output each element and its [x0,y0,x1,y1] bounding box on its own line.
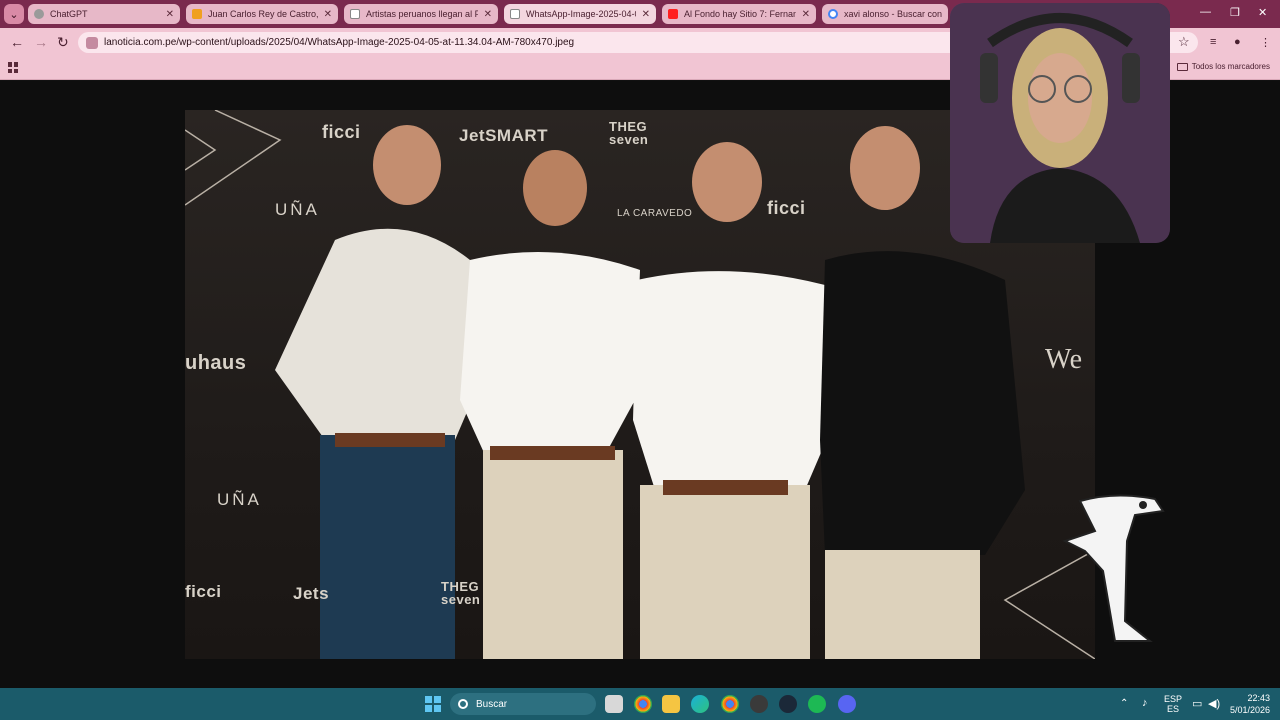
tab-title: Juan Carlos Rey de Castro, 'Pon [208,9,318,19]
we-logo: We [1045,344,1083,375]
steam-icon[interactable] [779,695,797,713]
minimize-icon[interactable]: — [1200,6,1211,18]
close-tab-icon[interactable]: ✕ [484,9,492,20]
url-text: lanoticia.com.pe/wp-content/uploads/2025… [104,37,575,48]
ficci-logo: ficci [767,198,806,218]
profile-icon[interactable]: ● [1234,36,1241,48]
la-caravedo-logo: LA CARAVEDO [617,208,693,219]
tab-search-button[interactable]: ⌄ [4,4,24,24]
menu-icon[interactable]: ⋮ [1260,36,1271,49]
chrome-profile-icon[interactable] [721,695,739,713]
theg-seven-logo: THEG seven [441,579,481,607]
keyboard-layout: ES [1167,704,1180,714]
chatgpt-favicon-icon [34,9,44,19]
close-tab-icon[interactable]: ✕ [324,9,332,20]
apps-grid-icon[interactable] [8,62,19,73]
theg-seven-logo: THEG seven [609,119,649,147]
folder-icon [1176,62,1188,71]
tab-xavi-alonso[interactable]: xavi alonso - Buscar con Goog [822,4,948,24]
una-logo: UÑA [275,200,320,219]
google-favicon-icon [828,9,838,19]
volume-icon[interactable]: ◀) [1208,697,1220,710]
tab-chatgpt[interactable]: ChatGPT ✕ [28,4,180,24]
system-clock[interactable]: 22:43 5/01/2026 [1230,692,1270,716]
language-code: ESP [1164,694,1183,704]
tab-title: ChatGPT [50,9,88,19]
news-favicon-icon [192,9,202,19]
tab-juan-carlos[interactable]: Juan Carlos Rey de Castro, 'Pon ✕ [186,4,338,24]
close-tab-icon[interactable]: ✕ [166,9,174,20]
maximize-icon[interactable]: ❐ [1230,6,1240,19]
chevron-down-icon: ⌄ [9,8,19,21]
jetsmart-logo: JetSMART [459,126,549,145]
tab-title: xavi alonso - Buscar con Goog [844,9,942,19]
webcam-overlay [950,3,1170,243]
network-icon[interactable]: ▭ [1192,697,1202,710]
task-view-icon[interactable] [605,695,623,713]
all-bookmarks-label: Todos los marcadores [1191,62,1270,71]
reload-icon[interactable]: ↻ [57,34,69,51]
spotify-icon[interactable] [808,695,826,713]
search-icon [458,699,468,709]
microphone-icon[interactable]: ♪ [1142,697,1148,709]
image-favicon-icon [510,9,520,19]
una-logo: UÑA [217,490,262,509]
chrome-icon[interactable] [634,695,652,713]
close-window-icon[interactable]: ✕ [1258,6,1267,19]
ficci-logo: ficci [185,582,222,601]
streamer-image [950,3,1170,243]
all-bookmarks[interactable]: Todos los marcadores [1176,62,1270,71]
tab-artistas[interactable]: Artistas peruanos llegan al Fes ✕ [344,4,498,24]
search-label: Buscar [476,698,508,710]
youtube-favicon-icon [668,9,678,19]
language-indicator[interactable]: ESP ES [1164,694,1182,714]
close-tab-icon[interactable]: ✕ [642,9,650,20]
tab-whatsapp-image[interactable]: WhatsApp-Image-2025-04-05- ✕ [504,4,656,24]
page-favicon-icon [350,9,360,19]
windows-start-icon[interactable] [425,696,441,712]
tab-title: WhatsApp-Image-2025-04-05- [526,9,636,19]
forward-icon[interactable]: → [34,34,48,50]
file-explorer-icon[interactable] [662,695,680,713]
edge-icon[interactable] [691,695,709,713]
clock-time: 22:43 [1247,693,1270,703]
taskbar-search[interactable]: Buscar [450,693,596,715]
tab-al-fondo[interactable]: Al Fondo hay Sitio 7: Fernando ✕ [662,4,816,24]
jetsmart-logo: Jets [293,584,330,603]
haus-logo: uhaus [185,352,247,374]
app-icon[interactable] [750,695,768,713]
back-icon[interactable]: ← [10,34,24,50]
mascot-sticker [1062,494,1165,642]
close-tab-icon[interactable]: ✕ [802,9,810,20]
tab-title: Artistas peruanos llegan al Fes [366,9,478,19]
bookmark-star-icon[interactable]: ☆ [1178,34,1190,50]
tab-title: Al Fondo hay Sitio 7: Fernando [684,9,796,19]
ficci-logo: ficci [322,122,361,142]
taskbar: Buscar ⌃ ♪ ESP ES ▭ ◀) 22:43 5/01/2026 [0,688,1280,720]
site-info-icon[interactable] [86,36,98,49]
discord-icon[interactable] [838,695,856,713]
clock-date: 5/01/2026 [1229,705,1270,715]
reading-list-icon[interactable]: ≡ [1210,36,1216,48]
chevron-up-icon[interactable]: ⌃ [1120,698,1128,709]
